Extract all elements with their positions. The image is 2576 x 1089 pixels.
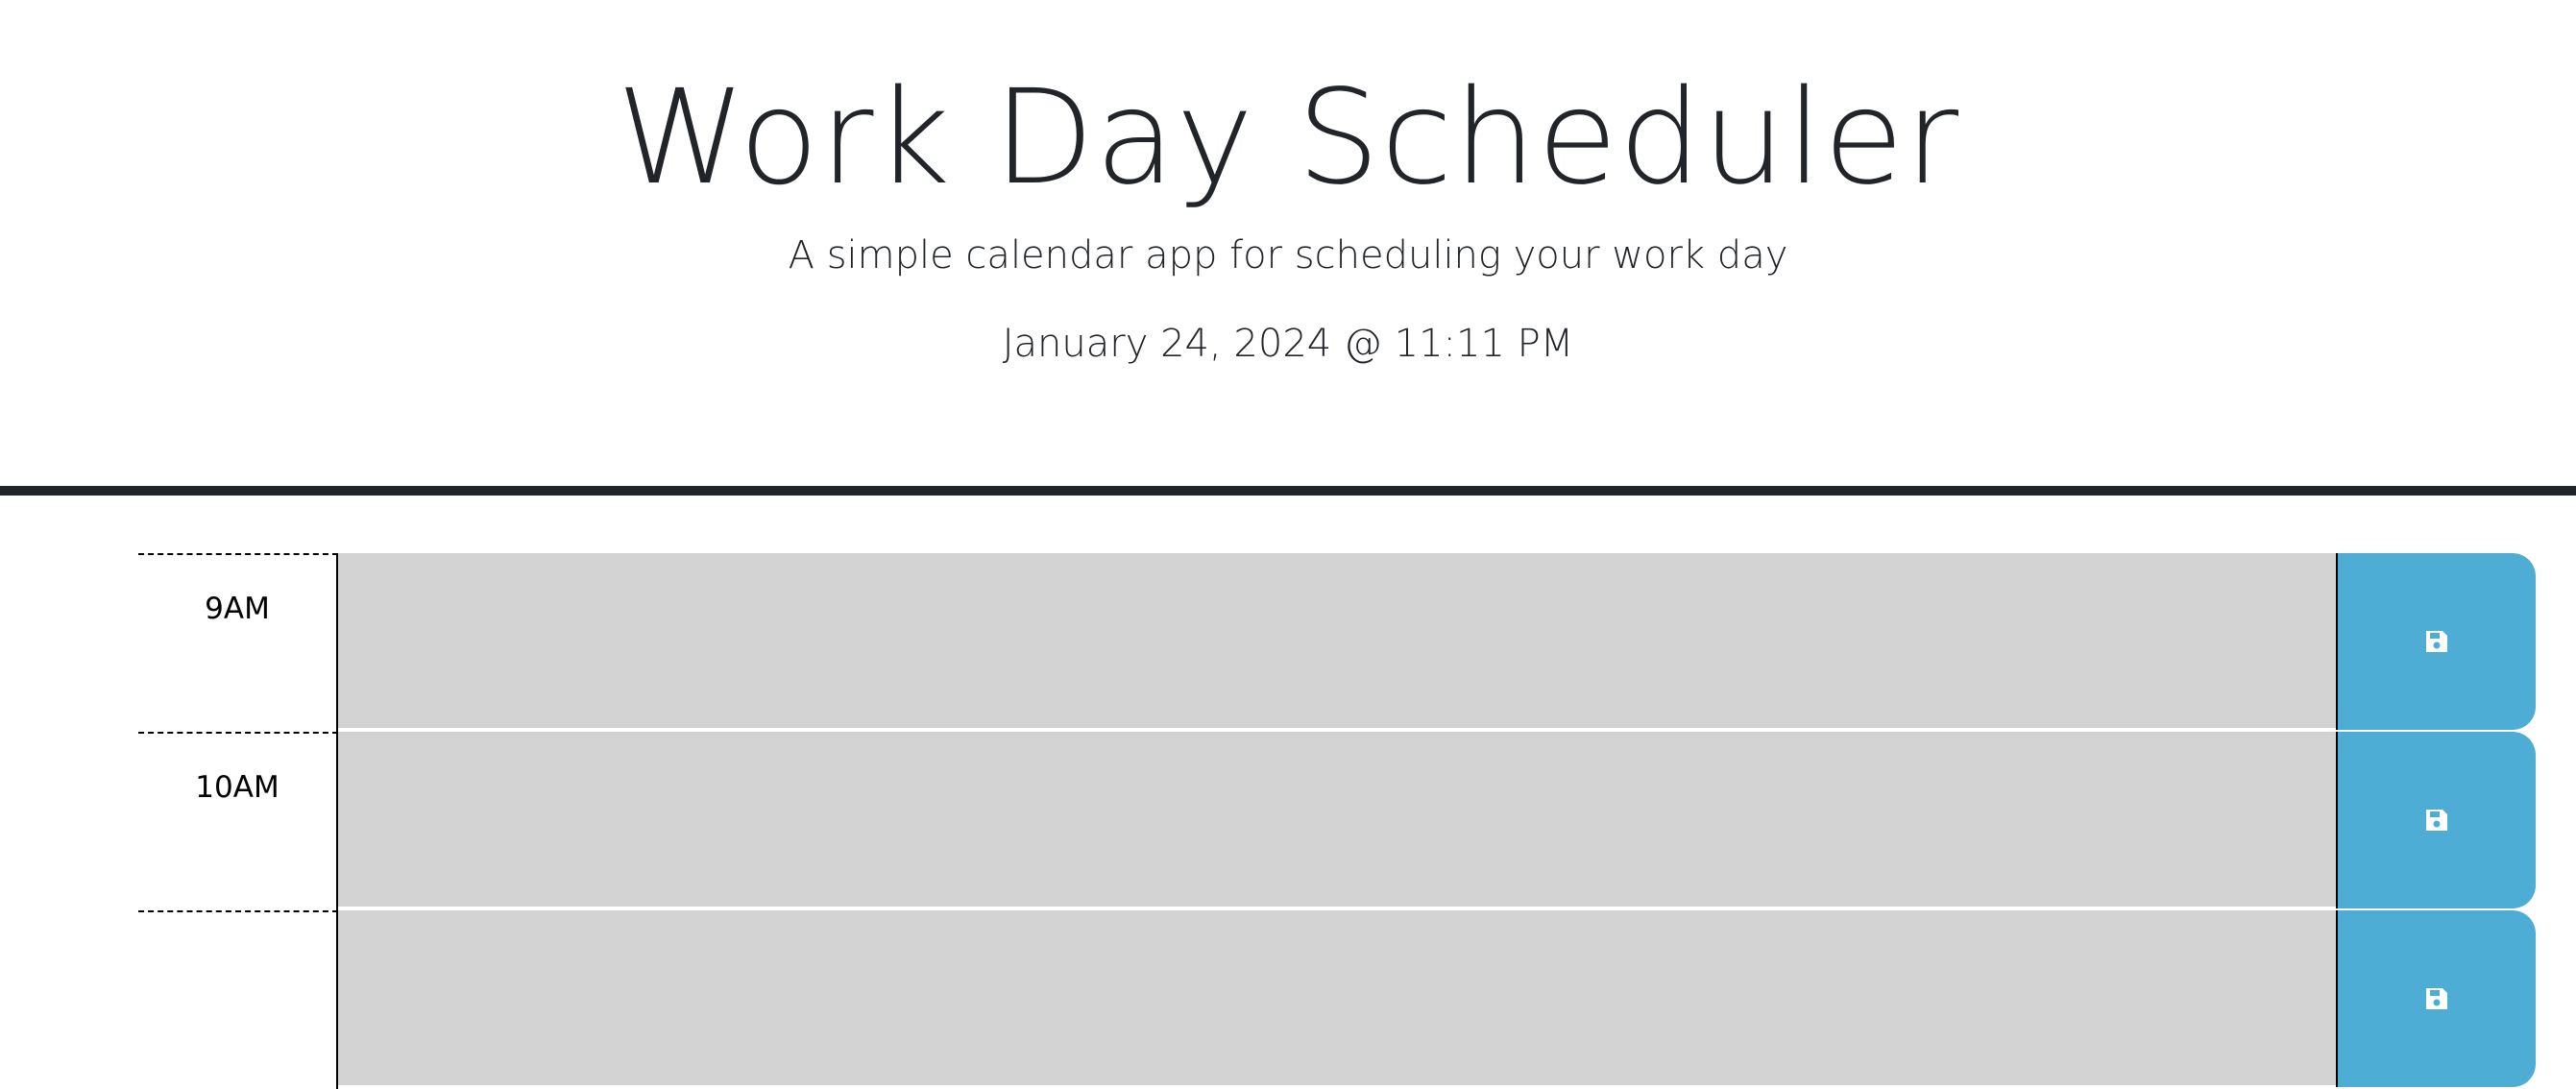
floppy-disk-icon — [2424, 986, 2449, 1011]
time-block-10am: 10AM — [138, 732, 2536, 910]
event-description-input[interactable] — [338, 732, 2336, 908]
save-button[interactable] — [2336, 553, 2536, 730]
time-block-list: 9AM 10AM — [138, 553, 2536, 1089]
current-day: January 24, 2024 @ 11:11 PM — [1002, 322, 1574, 366]
header-jumbotron: Work Day Scheduler A simple calendar app… — [0, 0, 2576, 496]
event-description-input[interactable] — [338, 553, 2336, 730]
time-block-11am — [138, 910, 2536, 1089]
page-title: Work Day Scheduler — [616, 62, 1960, 214]
page-subtitle: A simple calendar app for scheduling you… — [788, 233, 1788, 278]
time-block-9am: 9AM — [138, 553, 2536, 732]
hour-label: 9AM — [138, 553, 338, 732]
hour-label — [138, 910, 338, 1089]
floppy-disk-icon — [2424, 629, 2449, 654]
hour-label: 10AM — [138, 732, 338, 910]
floppy-disk-icon — [2424, 808, 2449, 833]
save-button[interactable] — [2336, 732, 2536, 908]
save-button[interactable] — [2336, 910, 2536, 1087]
event-description-input[interactable] — [338, 910, 2336, 1087]
